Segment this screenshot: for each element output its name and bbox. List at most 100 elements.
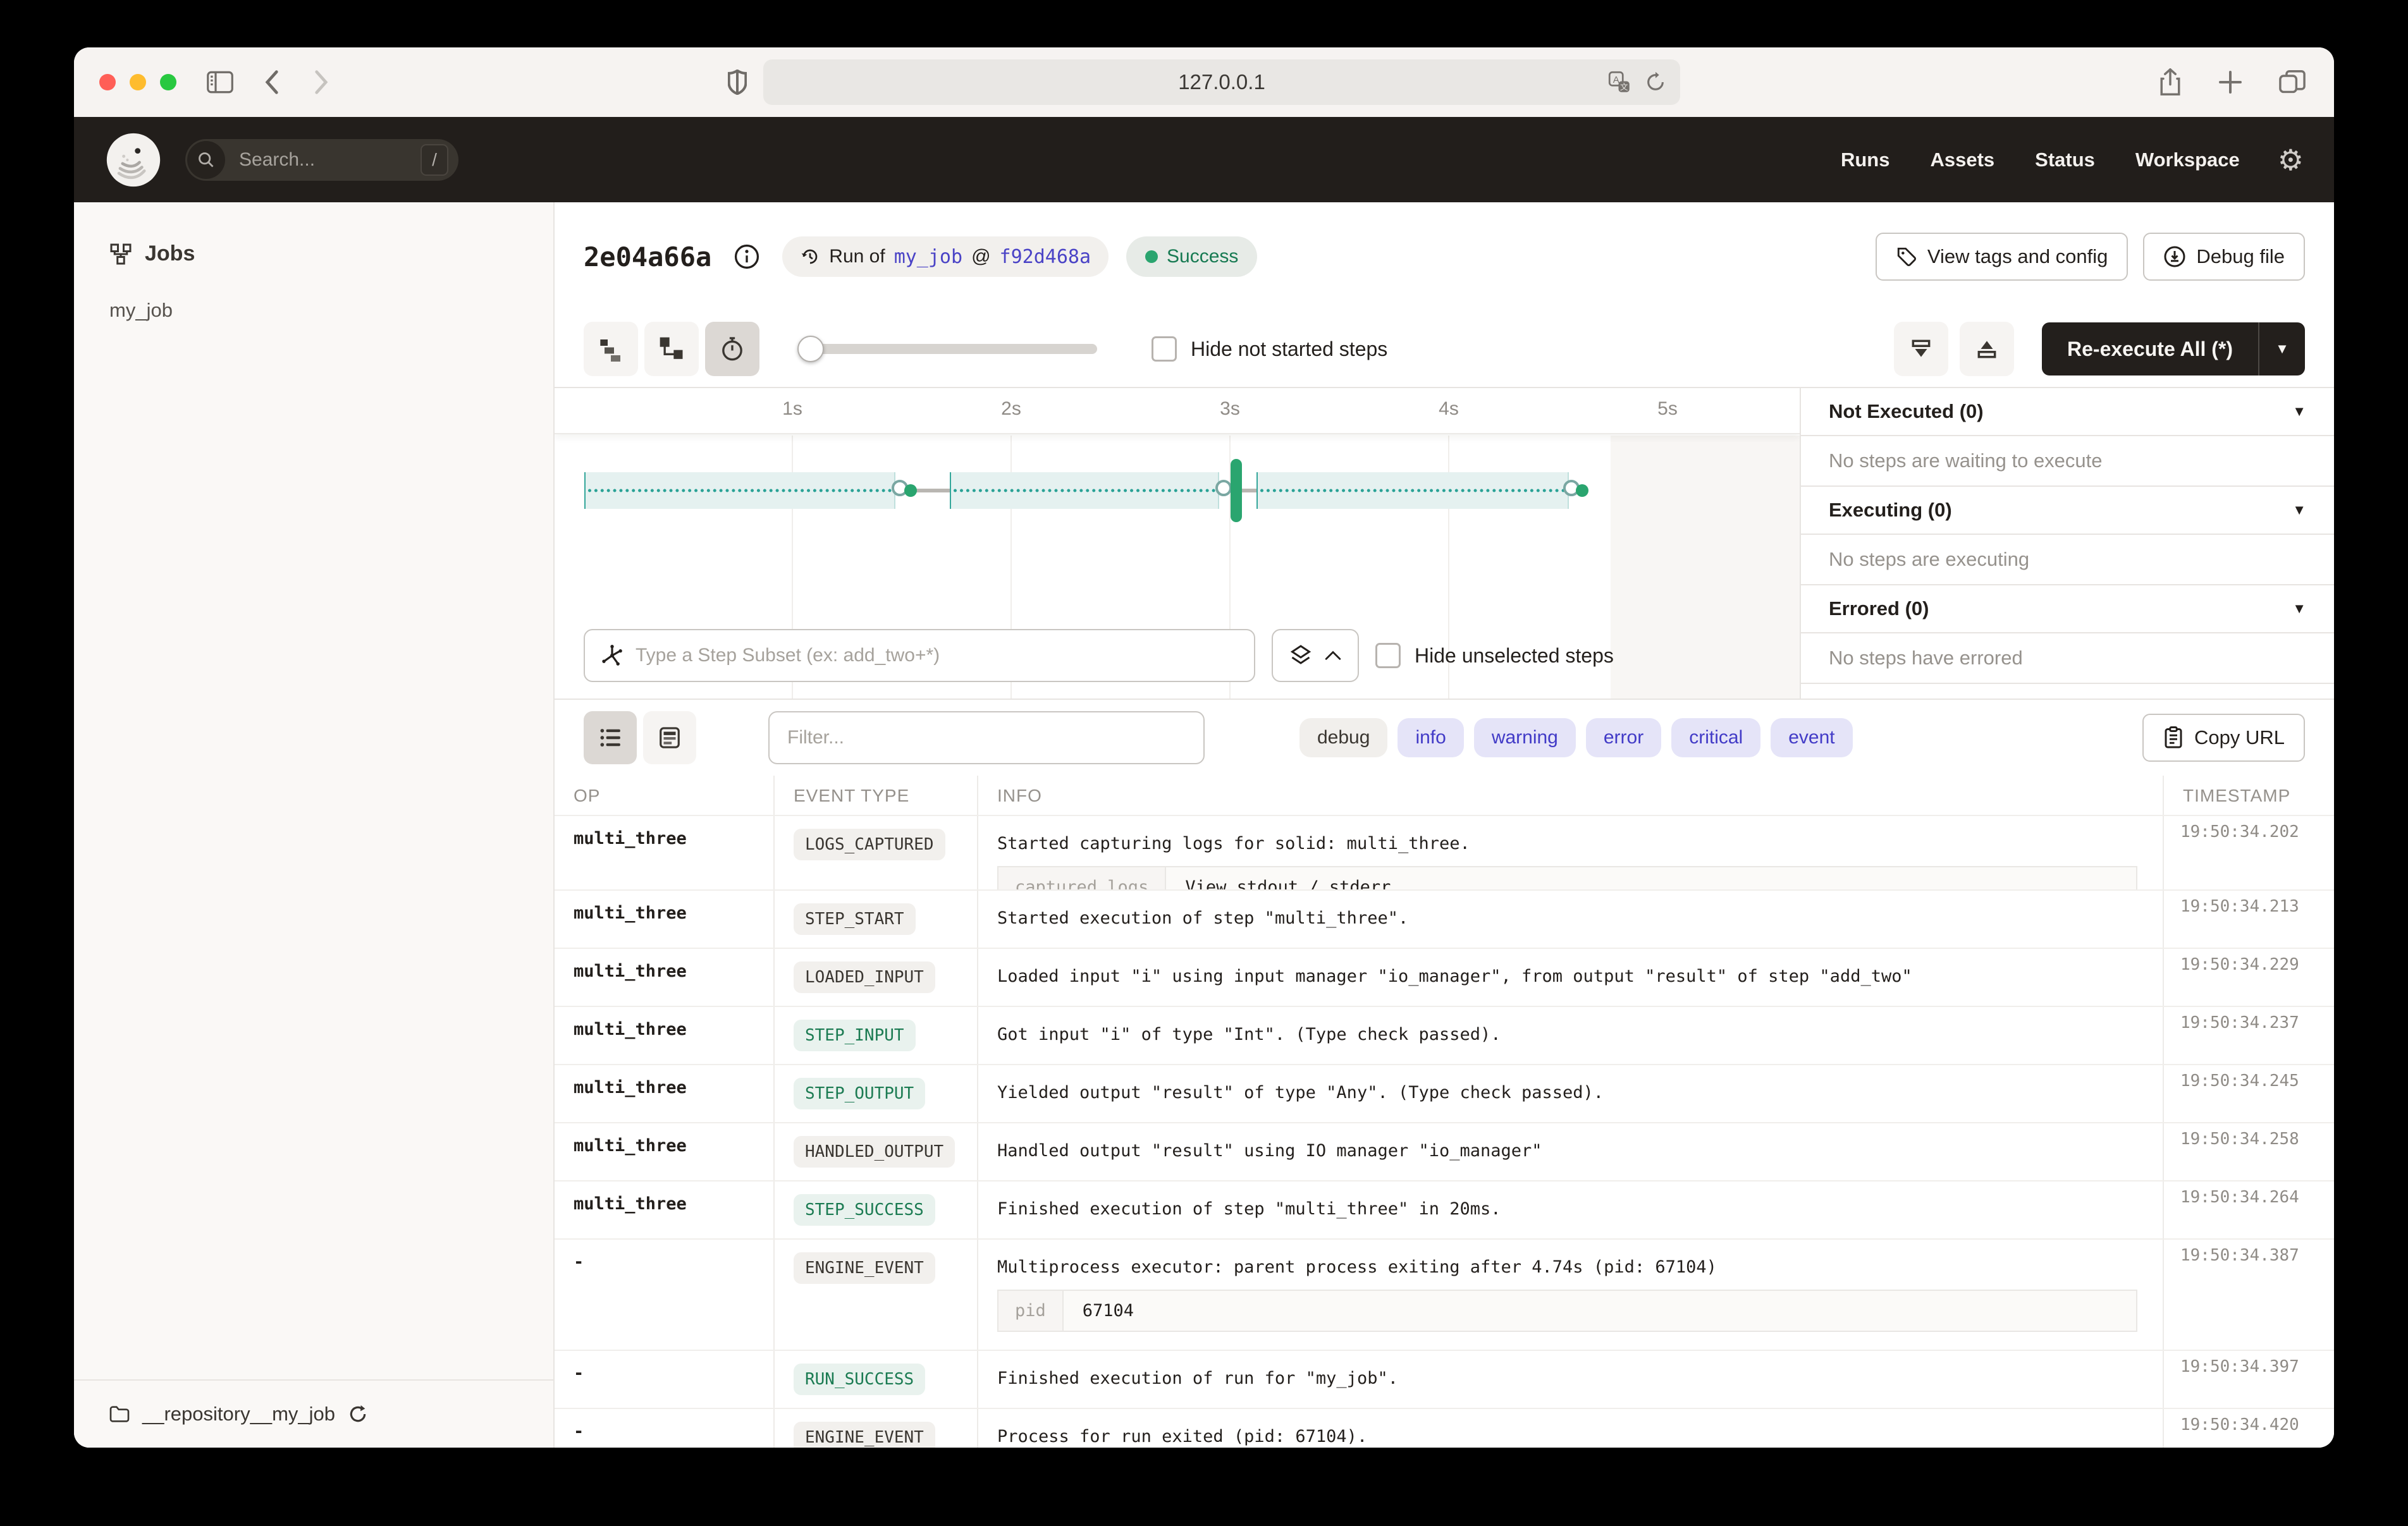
gantt-marker-open-circle[interactable] [1215,480,1232,496]
zoom-slider-thumb[interactable] [797,336,824,362]
step-waiting-span[interactable] [584,472,895,509]
structured-view-button[interactable] [643,711,696,764]
table-row[interactable]: - ENGINE_EVENT Process for run exited (p… [555,1408,2334,1448]
reexecute-all-button[interactable]: Re-execute All (*) [2042,322,2258,375]
status-section: Errored (0) ▼ No steps have errored [1801,585,2334,684]
forward-button[interactable] [310,70,332,95]
expand-all-button[interactable] [1960,322,2014,376]
timed-view-button[interactable] [705,322,759,376]
log-level-filter-critical[interactable]: critical [1671,718,1760,757]
status-section: Not Executed (0) ▼ No steps are waiting … [1801,388,2334,487]
event-type-badge: RUN_SUCCESS [794,1364,925,1395]
new-tab-icon[interactable] [2218,70,2243,95]
nav-item-status[interactable]: Status [2035,149,2095,171]
sidebar-toggle-icon[interactable] [207,71,233,94]
hide-not-started-checkbox[interactable] [1152,336,1177,362]
table-row[interactable]: multi_three STEP_INPUT Got input "i" of … [555,1006,2334,1064]
table-row[interactable]: multi_three STEP_OUTPUT Yielded output "… [555,1064,2334,1122]
hide-not-started-control: Hide not started steps [1152,336,1387,362]
info-icon[interactable] [733,243,761,271]
op-cell-text: multi_three [574,961,687,981]
job-link[interactable]: my_job [894,246,962,268]
nav-item-runs[interactable]: Runs [1841,149,1890,171]
timestamp-text: 19:50:34.237 [2180,1013,2299,1032]
gantt-controls: Hide not started steps Re-execute All (*… [555,311,2334,387]
copy-url-button[interactable]: Copy URL [2142,714,2305,762]
minimize-window-button[interactable] [130,74,146,90]
op-cell-text: - [574,1364,584,1383]
flat-view-button[interactable] [584,322,638,376]
timestamp-text: 19:50:34.258 [2180,1130,2299,1149]
event-type-badge: ENGINE_EVENT [794,1422,935,1448]
tabs-overview-icon[interactable] [2278,70,2306,95]
success-dot-icon [1145,250,1158,263]
sidebar: Jobs my_job __repository__my_job [74,202,555,1448]
repository-name[interactable]: __repository__my_job [142,1403,335,1425]
reexecute-caret-button[interactable]: ▼ [2258,322,2305,375]
stdout-list-view-button[interactable] [584,711,637,764]
gantt-marker-dot[interactable] [904,484,917,497]
sidebar-jobs-header: Jobs [74,202,553,266]
graph-query-toggle-button[interactable] [1272,629,1359,682]
log-level-filter-warning[interactable]: warning [1474,718,1576,757]
step-waiting-span[interactable] [950,472,1219,509]
hide-unselected-checkbox[interactable] [1375,643,1401,668]
status-section-header[interactable]: Not Executed (0) ▼ [1801,388,2334,436]
share-icon[interactable] [2158,68,2182,96]
op-cell-text: - [574,1422,584,1441]
step-subset-input[interactable] [636,645,1239,666]
nav-item-assets[interactable]: Assets [1930,149,1994,171]
info-text: Loaded input "i" using input manager "io… [997,961,2163,986]
gantt-marker-tall-bar[interactable] [1231,459,1242,522]
log-filter-input[interactable] [787,727,1186,748]
status-section-header[interactable]: Errored (0) ▼ [1801,585,2334,633]
step-subset-field[interactable] [584,629,1255,682]
status-section-header[interactable]: Executing (0) ▼ [1801,487,2334,535]
search-input[interactable] [225,149,383,171]
waterfall-view-button[interactable] [644,322,699,376]
zoom-slider[interactable] [800,344,1097,354]
log-level-filter-info[interactable]: info [1398,718,1463,757]
sidebar-item-my-job[interactable]: my_job [74,266,553,322]
nav-item-workspace[interactable]: Workspace [2135,149,2240,171]
step-waiting-span[interactable] [1256,472,1570,509]
log-level-filter-error[interactable]: error [1586,718,1661,757]
table-row[interactable]: - RUN_SUCCESS Finished execution of run … [555,1350,2334,1408]
search-shortcut-key: / [421,144,448,176]
table-row[interactable]: - ENGINE_EVENT Multiprocess executor: pa… [555,1238,2334,1350]
back-button[interactable] [261,70,283,95]
table-row[interactable]: multi_three STEP_START Started execution… [555,889,2334,948]
gantt-chart[interactable]: 1s2s3s4s5s [555,388,1800,699]
log-filter-field[interactable] [768,711,1205,764]
timestamp-text: 19:50:34.264 [2180,1188,2299,1207]
global-search[interactable]: / [185,139,458,181]
log-view-toggle [584,711,696,764]
table-row[interactable]: multi_three LOADED_INPUT Loaded input "i… [555,948,2334,1006]
view-tags-config-button[interactable]: View tags and config [1876,233,2128,281]
close-window-button[interactable] [99,74,116,90]
table-row[interactable]: multi_three STEP_SUCCESS Finished execut… [555,1180,2334,1238]
dagster-logo[interactable] [104,131,163,189]
collapse-all-button[interactable] [1894,322,1948,376]
log-level-filter-debug[interactable]: debug [1299,718,1387,757]
debug-file-button[interactable]: Debug file [2143,233,2305,281]
commit-link[interactable]: f92d468a [1000,246,1091,268]
gear-icon[interactable]: ⚙ [2278,145,2304,174]
axis-tick-1s: 1s [782,398,802,420]
zoom-window-button[interactable] [160,74,176,90]
url-bar[interactable]: 127.0.0.1 A文 [763,59,1680,105]
info-text: Finished execution of run for "my_job". [997,1364,2163,1388]
metadata-value[interactable]: View stdout / stderr [1166,867,1410,889]
table-row[interactable]: multi_three HANDLED_OUTPUT Handled outpu… [555,1122,2334,1180]
gantt-marker-dot[interactable] [1576,484,1588,497]
axis-tick-5s: 5s [1657,398,1678,420]
run-of-separator: @ [971,246,990,267]
shield-icon[interactable] [728,70,747,95]
download-icon [2163,245,2186,268]
translate-icon[interactable]: A文 [1608,71,1631,94]
refresh-icon[interactable] [348,1404,368,1424]
jobs-section-title: Jobs [145,241,195,266]
log-level-filter-event[interactable]: event [1771,718,1852,757]
reload-icon[interactable] [1645,71,1666,93]
table-row[interactable]: multi_three LOGS_CAPTURED Started captur… [555,815,2334,889]
